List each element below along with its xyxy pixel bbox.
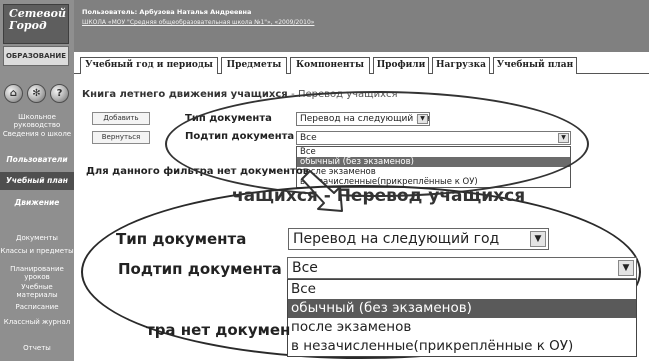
doc-type-value: Перевод на следующий год xyxy=(300,114,430,124)
sidebar-item-users[interactable]: Пользователи xyxy=(0,156,74,164)
zoom-doc-type-value: Перевод на следующий год xyxy=(293,231,500,247)
dropdown-option[interactable]: Все xyxy=(297,147,570,157)
tab-bar: Учебный год и периоды Предметы Компонент… xyxy=(74,52,649,74)
zoom-no-data-message: тра нет докумен xyxy=(146,321,291,339)
zoom-doc-type-label: Тип документа xyxy=(116,230,247,248)
no-data-message: Для данного фильтра нет документов xyxy=(86,166,310,177)
help-icon[interactable]: ? xyxy=(50,84,69,103)
sidebar-item-reports[interactable]: Отчеты xyxy=(0,344,74,352)
doc-subtype-value: Все xyxy=(300,133,317,143)
zoom-title: чащихся - Перевод учащихся xyxy=(232,186,526,206)
sidebar-item-learning-materials[interactable]: Учебные материалы xyxy=(0,283,74,299)
chevron-down-icon[interactable]: ▼ xyxy=(417,114,428,124)
app-logo[interactable]: Сетевой Город xyxy=(3,4,69,44)
page-title-suffix: - Перевод учащихся xyxy=(291,89,398,100)
sidebar-item-classes-subjects[interactable]: Классы и предметы xyxy=(0,247,74,255)
school-link[interactable]: ШКОЛА «МОУ "Средняя общеобразовательная … xyxy=(82,19,314,26)
page-title-main: Книга летнего движения учащихся xyxy=(82,89,288,100)
add-button[interactable]: Добавить xyxy=(92,112,150,125)
zoom-dropdown-option[interactable]: после экзаменов xyxy=(288,318,636,337)
zoom-dropdown-option-selected[interactable]: обычный (без экзаменов) xyxy=(288,299,636,318)
tab-subjects[interactable]: Предметы xyxy=(221,57,287,74)
sidebar: Сетевой Город ОБРАЗОВАНИЕ ⌂ ✻ ? Школьное… xyxy=(0,0,74,361)
zoom-dropdown-option[interactable]: в незачисленные(прикреплённые к ОУ) xyxy=(288,337,636,356)
page-title: Книга летнего движения учащихся - Перево… xyxy=(82,89,398,100)
zoom-doc-subtype-value: Все xyxy=(292,260,318,276)
chevron-down-icon[interactable]: ▼ xyxy=(618,260,634,276)
sidebar-item-class-journal[interactable]: Классный журнал xyxy=(0,318,74,326)
sidebar-item-curriculum[interactable]: Учебный план xyxy=(0,172,74,190)
home-icon[interactable]: ⌂ xyxy=(4,84,23,103)
zoom-subtype-dropdown: Все обычный (без экзаменов) после экзаме… xyxy=(287,279,637,357)
tab-profiles[interactable]: Профили xyxy=(373,57,429,74)
chevron-down-icon[interactable]: ▼ xyxy=(558,133,569,143)
sidebar-item-schedule[interactable]: Расписание xyxy=(0,303,74,311)
doc-subtype-dropdown: Все обычный (без экзаменов) после экзаме… xyxy=(296,146,571,188)
tab-school-year-periods[interactable]: Учебный год и периоды xyxy=(80,57,218,74)
zoom-dropdown-option[interactable]: Все xyxy=(288,280,636,299)
doc-type-label: Тип документа xyxy=(185,113,272,124)
tab-load[interactable]: Нагрузка xyxy=(432,57,490,74)
sidebar-item-lesson-planning[interactable]: Планирование уроков xyxy=(0,265,74,281)
sidebar-icon-bar: ⌂ ✻ ? xyxy=(4,84,70,106)
dropdown-option[interactable]: после экзаменов xyxy=(297,167,570,177)
tab-components[interactable]: Компоненты xyxy=(290,57,370,74)
sidebar-item-school-management[interactable]: Школьное руководство xyxy=(0,113,74,129)
back-button[interactable]: Вернуться xyxy=(92,131,150,144)
tab-curriculum[interactable]: Учебный план xyxy=(493,57,577,74)
chevron-down-icon[interactable]: ▼ xyxy=(530,231,546,247)
zoom-doc-subtype-select[interactable]: Все ▼ xyxy=(287,257,637,279)
doc-subtype-label: Подтип документа xyxy=(185,131,295,142)
doc-type-select[interactable]: Перевод на следующий год ▼ xyxy=(296,112,430,126)
user-name: Пользователь: Арбузова Наталья Андреевна xyxy=(82,8,252,16)
header-bar: Пользователь: Арбузова Наталья Андреевна… xyxy=(74,0,649,52)
sidebar-item-documents[interactable]: Документы xyxy=(0,234,74,242)
zoom-doc-type-select[interactable]: Перевод на следующий год ▼ xyxy=(288,228,549,250)
sidebar-item-movement[interactable]: Движение xyxy=(0,199,74,207)
sidebar-item-school-info[interactable]: Сведения о школе xyxy=(0,130,74,138)
gear-icon[interactable]: ✻ xyxy=(27,84,46,103)
app-logo-subtitle: ОБРАЗОВАНИЕ xyxy=(3,46,69,66)
doc-subtype-select[interactable]: Все ▼ xyxy=(296,131,571,145)
zoom-doc-subtype-label: Подтип документа xyxy=(118,260,282,278)
dropdown-option-selected[interactable]: обычный (без экзаменов) xyxy=(297,157,570,167)
